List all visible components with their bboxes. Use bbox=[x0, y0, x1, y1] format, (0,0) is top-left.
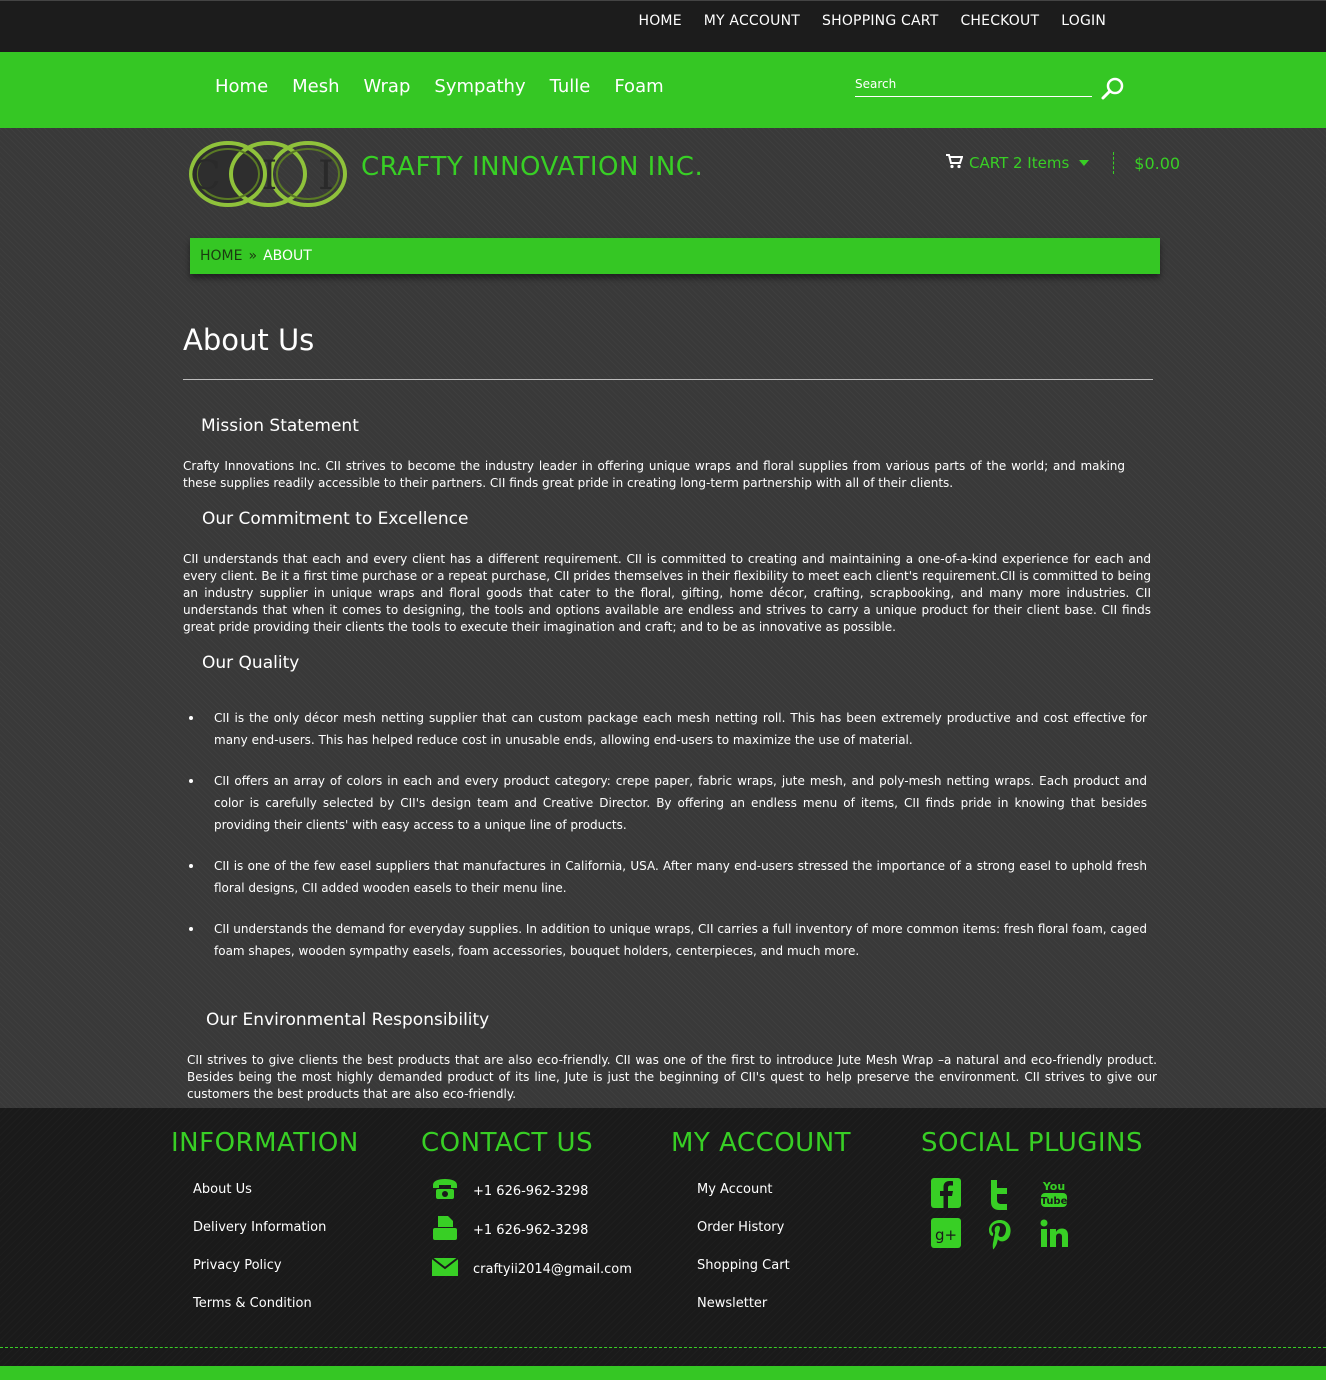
footer-link-newsletter[interactable]: Newsletter bbox=[697, 1296, 767, 1311]
nav-sympathy[interactable]: Sympathy bbox=[434, 76, 525, 97]
footer-link-my-account[interactable]: My Account bbox=[697, 1182, 773, 1197]
footer-link-delivery-information[interactable]: Delivery Information bbox=[193, 1220, 326, 1235]
youtube-icon[interactable]: You Tube bbox=[1039, 1178, 1069, 1212]
bottom-bar bbox=[0, 1366, 1326, 1380]
breadcrumb-separator: » bbox=[248, 248, 258, 264]
pinterest-icon[interactable] bbox=[985, 1218, 1015, 1252]
nav-mesh[interactable]: Mesh bbox=[292, 76, 339, 97]
logo[interactable]: C I I bbox=[188, 140, 350, 208]
quality-heading: Our Quality bbox=[202, 653, 300, 673]
top-nav: HOME MY ACCOUNT SHOPPING CART CHECKOUT L… bbox=[638, 13, 1106, 29]
contact-fax: +1 626-962-3298 bbox=[473, 1222, 589, 1238]
page-title: About Us bbox=[183, 323, 315, 357]
top-nav-checkout[interactable]: CHECKOUT bbox=[960, 13, 1039, 29]
commitment-heading: Our Commitment to Excellence bbox=[202, 509, 469, 529]
footer-information-heading: INFORMATION bbox=[171, 1128, 359, 1158]
title-divider bbox=[183, 379, 1153, 380]
top-bar: HOME MY ACCOUNT SHOPPING CART CHECKOUT L… bbox=[0, 0, 1326, 52]
footer-information: INFORMATION About Us Delivery Informatio… bbox=[171, 1128, 359, 1330]
main-nav: Home Mesh Wrap Sympathy Tulle Foam bbox=[215, 76, 664, 97]
cart-total: $0.00 bbox=[1134, 153, 1181, 173]
top-nav-shopping-cart[interactable]: SHOPPING CART bbox=[822, 13, 938, 29]
footer-account-heading: MY ACCOUNT bbox=[671, 1128, 852, 1158]
svg-text:You: You bbox=[1042, 1180, 1065, 1193]
nav-tulle[interactable]: Tulle bbox=[550, 76, 591, 97]
footer-link-privacy-policy[interactable]: Privacy Policy bbox=[193, 1258, 282, 1273]
cart-summary[interactable]: CART 2 Items $0.00 bbox=[945, 152, 1180, 174]
footer-link-order-history[interactable]: Order History bbox=[697, 1220, 784, 1235]
brand-name[interactable]: CRAFTY INNOVATION INC. bbox=[361, 152, 703, 182]
footer-contact-heading: CONTACT US bbox=[421, 1128, 594, 1158]
breadcrumb-current: ABOUT bbox=[263, 248, 312, 264]
footer-link-about-us[interactable]: About Us bbox=[193, 1182, 252, 1197]
environment-text: CII strives to give clients the best pro… bbox=[187, 1053, 1157, 1101]
footer-social-heading: SOCIAL PLUGINS bbox=[921, 1128, 1143, 1158]
top-nav-login[interactable]: LOGIN bbox=[1061, 13, 1106, 29]
list-item: CII is the only décor mesh netting suppl… bbox=[183, 707, 1147, 751]
environment-heading: Our Environmental Responsibility bbox=[206, 1010, 490, 1030]
footer-divider bbox=[0, 1347, 1326, 1348]
commitment-text: CII understands that each and every clie… bbox=[183, 552, 1151, 634]
logo-text: C I I bbox=[190, 153, 348, 199]
facebook-icon[interactable] bbox=[931, 1178, 961, 1212]
top-nav-my-account[interactable]: MY ACCOUNT bbox=[704, 13, 800, 29]
quality-list: CII is the only décor mesh netting suppl… bbox=[183, 707, 1147, 981]
cart-label[interactable]: CART 2 Items bbox=[969, 154, 1069, 172]
breadcrumb-home[interactable]: HOME bbox=[200, 248, 242, 264]
google-plus-icon[interactable]: g+ bbox=[931, 1218, 961, 1252]
footer-account: MY ACCOUNT My Account Order History Shop… bbox=[671, 1128, 851, 1330]
footer-link-shopping-cart[interactable]: Shopping Cart bbox=[697, 1258, 790, 1273]
list-item: CII understands the demand for everyday … bbox=[183, 918, 1147, 962]
svg-text:g+: g+ bbox=[935, 1226, 957, 1244]
nav-wrap[interactable]: Wrap bbox=[364, 76, 411, 97]
main-nav-bar: Home Mesh Wrap Sympathy Tulle Foam bbox=[0, 52, 1326, 128]
top-nav-home[interactable]: HOME bbox=[638, 13, 681, 29]
nav-home[interactable]: Home bbox=[215, 76, 268, 97]
nav-foam[interactable]: Foam bbox=[614, 76, 663, 97]
footer-contact: CONTACT US +1 626-962-3298 +1 626-962-32… bbox=[421, 1128, 632, 1289]
breadcrumb: HOME » ABOUT bbox=[190, 238, 1160, 274]
contact-email[interactable]: craftyii2014@gmail.com bbox=[473, 1262, 632, 1277]
footer-link-terms[interactable]: Terms & Condition bbox=[193, 1296, 312, 1311]
list-item: CII offers an array of colors in each an… bbox=[183, 770, 1147, 836]
footer: INFORMATION About Us Delivery Informatio… bbox=[0, 1108, 1326, 1380]
twitter-icon[interactable] bbox=[985, 1178, 1015, 1212]
footer-social: SOCIAL PLUGINS You Tube g+ bbox=[921, 1128, 1143, 1252]
fax-icon bbox=[431, 1214, 459, 1246]
chevron-down-icon[interactable] bbox=[1079, 160, 1090, 166]
search-icon[interactable] bbox=[1100, 76, 1126, 102]
phone-icon bbox=[431, 1177, 459, 1205]
linkedin-icon[interactable] bbox=[1039, 1218, 1069, 1252]
cart-icon bbox=[945, 153, 964, 173]
mission-text: Crafty Innovations Inc. CII strives to b… bbox=[183, 459, 1125, 490]
list-item: CII is one of the few easel suppliers th… bbox=[183, 855, 1147, 899]
contact-phone: +1 626-962-3298 bbox=[473, 1183, 589, 1199]
mail-icon bbox=[431, 1257, 459, 1281]
svg-text:Tube: Tube bbox=[1041, 1196, 1068, 1207]
search-input[interactable] bbox=[855, 72, 1092, 97]
mission-heading: Mission Statement bbox=[201, 416, 359, 436]
cart-divider bbox=[1113, 152, 1115, 174]
